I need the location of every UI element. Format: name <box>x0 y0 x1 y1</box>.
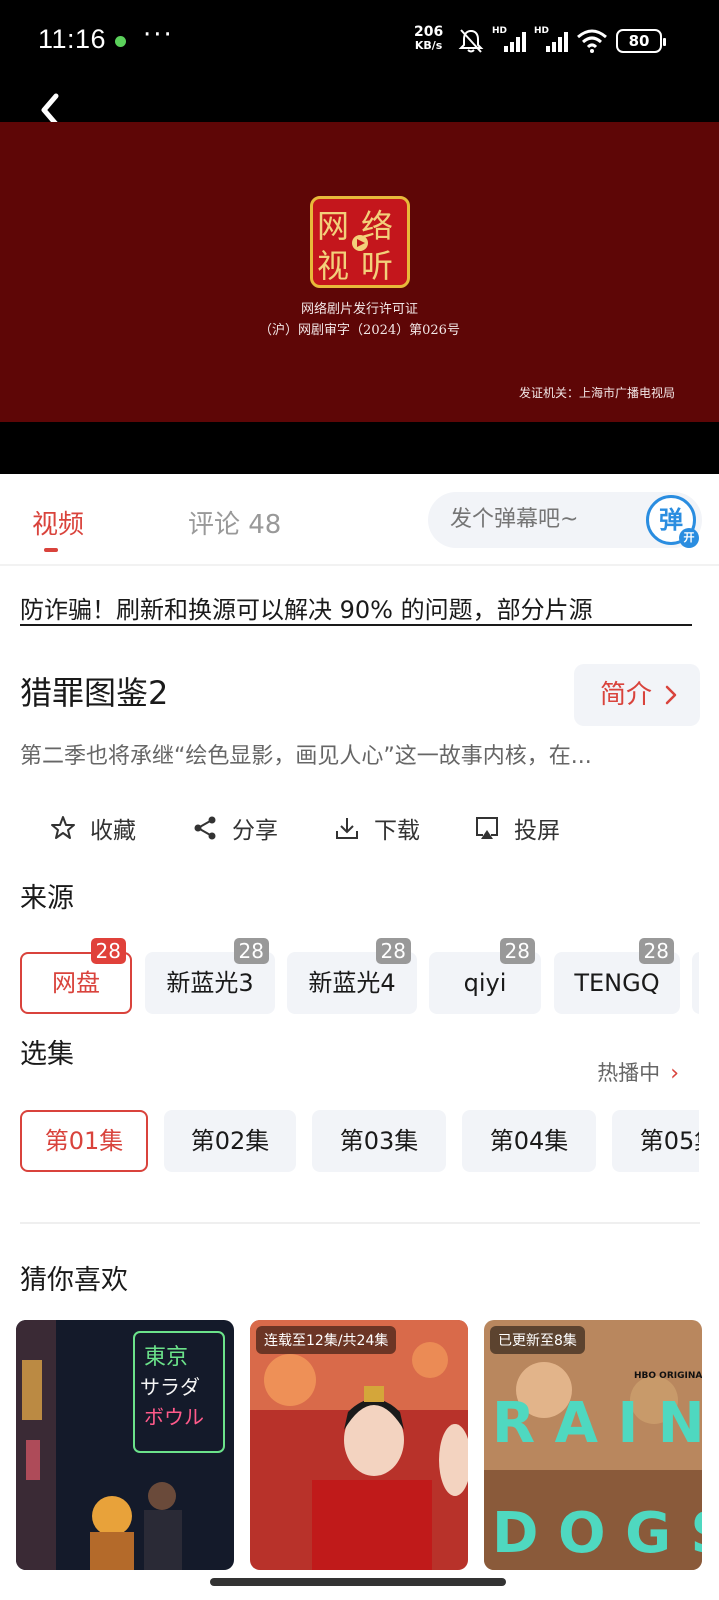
wifi-icon <box>577 29 607 53</box>
source-chip-tengq[interactable]: TENGQ 28 <box>554 938 680 1014</box>
danmaku-toggle-label: 弹 <box>659 506 683 534</box>
tab-active-indicator <box>44 548 58 552</box>
license-number: （沪）网剧审字（2024）第026号 <box>259 323 460 338</box>
source-chip-xinlanguang3[interactable]: 新蓝光3 28 <box>145 938 275 1014</box>
network-speed-value: 206 <box>414 24 444 40</box>
poster-image-tokyo-salad-bowl: 東京 サラダ ボウル <box>16 1320 234 1570</box>
cast-icon <box>476 817 498 839</box>
poster-text-2: サラダ <box>140 1375 200 1399</box>
logo-char-1: 网 <box>317 207 349 245</box>
battery-icon: 80 <box>616 29 666 53</box>
episode-chip-05[interactable]: 第05集 <box>612 1110 699 1172</box>
download-button[interactable]: 下载 <box>334 808 420 848</box>
episode-status-tag: 已更新至8集 <box>490 1326 585 1354</box>
chevron-right-icon: › <box>670 1061 679 1086</box>
source-chip-overflow[interactable] <box>692 952 699 1014</box>
source-label: qiyi <box>463 969 507 997</box>
recommend-card-1[interactable]: 東京 サラダ ボウル <box>16 1320 234 1570</box>
logo-char-3: 视 <box>317 247 349 285</box>
share-icon <box>194 816 216 840</box>
source-count-badge: 28 <box>375 938 411 964</box>
status-time: 11:16 <box>38 24 107 54</box>
bell-muted-icon <box>458 29 484 53</box>
notice-text: 防诈骗！刷新和换源可以解决 90% 的问题，部分片源 <box>20 596 593 624</box>
share-button[interactable]: 分享 <box>192 808 278 848</box>
poster-brand: HBO ORIGINAL <box>634 1371 702 1381</box>
source-count-badge: 28 <box>499 938 535 964</box>
episodes-row: 第01集 第02集 第03集 第04集 第05集 <box>0 1106 699 1176</box>
episodes-heading: 选集 <box>20 1039 74 1070</box>
episode-chip-01[interactable]: 第01集 <box>20 1110 148 1172</box>
license-issuer: 发证机关：上海市广播电视局 <box>518 386 675 400</box>
favorite-button[interactable]: 收藏 <box>50 808 136 848</box>
status-icons: HD HD 80 <box>458 26 666 56</box>
recommend-card-3[interactable]: HBO ORIGINAL R A I N D O G S 已更新至8集 <box>484 1320 702 1570</box>
intro-button-label: 简介 <box>600 680 653 710</box>
poster-image-costume-drama <box>250 1320 468 1570</box>
star-icon <box>51 816 75 839</box>
poster-text-3: ボウル <box>144 1405 204 1429</box>
source-count-badge: 28 <box>90 938 126 964</box>
danmaku-bar: 弹 开 <box>428 492 702 548</box>
source-label: 网盘 <box>52 969 100 997</box>
source-count-badge: 28 <box>638 938 674 964</box>
intro-button[interactable]: 简介 <box>574 664 700 726</box>
poster-text-1: 東京 <box>144 1345 188 1370</box>
recommend-card-2[interactable]: 连载至12集/共24集 <box>250 1320 468 1570</box>
video-frame: 网 络 视 听 网络剧片发行许可证 （沪）网剧审字（2024）第026号 发证机… <box>0 122 719 422</box>
download-icon <box>336 818 358 839</box>
poster-image-rain-dogs: HBO ORIGINAL R A I N D O G S <box>484 1320 702 1570</box>
episode-chip-04[interactable]: 第04集 <box>462 1110 596 1172</box>
more-notifications-icon: ··· <box>143 20 174 50</box>
hd-label: HD <box>492 26 508 36</box>
status-bar: 11:16 ··· 206 KB/s HD HD 80 <box>0 0 719 82</box>
recording-indicator-icon <box>115 36 126 47</box>
favorite-label: 收藏 <box>90 818 136 844</box>
network-speed: 206 KB/s <box>414 24 444 52</box>
hd-label-2: HD <box>534 26 550 36</box>
license-title: 网络剧片发行许可证 <box>300 302 418 317</box>
source-chip-xinlanguang4[interactable]: 新蓝光4 28 <box>287 938 417 1014</box>
source-label: TENGQ <box>574 969 660 997</box>
episode-chip-03[interactable]: 第03集 <box>312 1110 446 1172</box>
episode-status-tag: 连载至12集/共24集 <box>256 1326 397 1354</box>
show-title: 猎罪图鉴2 <box>20 674 169 712</box>
video-player[interactable]: 网 络 视 听 网络剧片发行许可证 （沪）网剧审字（2024）第026号 发证机… <box>0 82 719 474</box>
poster-line-1: R A I N <box>492 1391 702 1456</box>
episode-chip-02[interactable]: 第02集 <box>164 1110 296 1172</box>
cast-button[interactable]: 投屏 <box>474 808 560 848</box>
source-chip-wangpan[interactable]: 网盘 28 <box>20 938 132 1014</box>
sources-row: 网盘 28 新蓝光3 28 新蓝光4 28 qiyi 28 TENGQ 28 <box>0 930 699 1014</box>
network-speed-unit: KB/s <box>414 39 443 52</box>
section-divider <box>20 1222 700 1224</box>
source-label: 新蓝光3 <box>166 969 254 997</box>
source-chip-qiyi[interactable]: qiyi 28 <box>429 938 541 1014</box>
hot-playing-link[interactable]: 热播中 › <box>597 1057 679 1087</box>
cast-label: 投屏 <box>514 818 560 844</box>
danmaku-toggle-state: 开 <box>679 528 699 548</box>
poster-line-2: D O G S <box>492 1501 702 1566</box>
source-label: 新蓝光4 <box>308 969 396 997</box>
logo-char-4: 听 <box>361 247 393 285</box>
signal-1-icon: HD <box>492 26 526 52</box>
tab-video[interactable]: 视频 <box>32 504 84 541</box>
tab-comments[interactable]: 评论 48 <box>188 504 281 541</box>
hot-playing-label: 热播中 <box>597 1061 661 1085</box>
action-row: 收藏 分享 下载 投屏 <box>0 808 719 848</box>
chevron-right-icon <box>664 664 678 749</box>
danmaku-toggle-button[interactable]: 弹 开 <box>646 495 699 548</box>
home-indicator[interactable] <box>210 1578 506 1586</box>
tab-bar: 视频 评论 48 弹 开 <box>0 474 719 566</box>
download-label: 下载 <box>374 818 420 844</box>
danmaku-input[interactable] <box>450 507 650 532</box>
source-count-badge: 28 <box>233 938 269 964</box>
license-seal-logo: 网 络 视 听 <box>310 196 410 288</box>
share-label: 分享 <box>232 818 278 844</box>
signal-2-icon: HD <box>534 26 568 52</box>
recommend-heading: 猜你喜欢 <box>20 1265 128 1296</box>
notice-marquee: 防诈骗！刷新和换源可以解决 90% 的问题，部分片源 <box>20 590 692 626</box>
sources-heading: 来源 <box>20 883 74 914</box>
show-description: 第二季也将承继“绘色显影，画见人心”这一故事内核，在... <box>20 744 592 769</box>
